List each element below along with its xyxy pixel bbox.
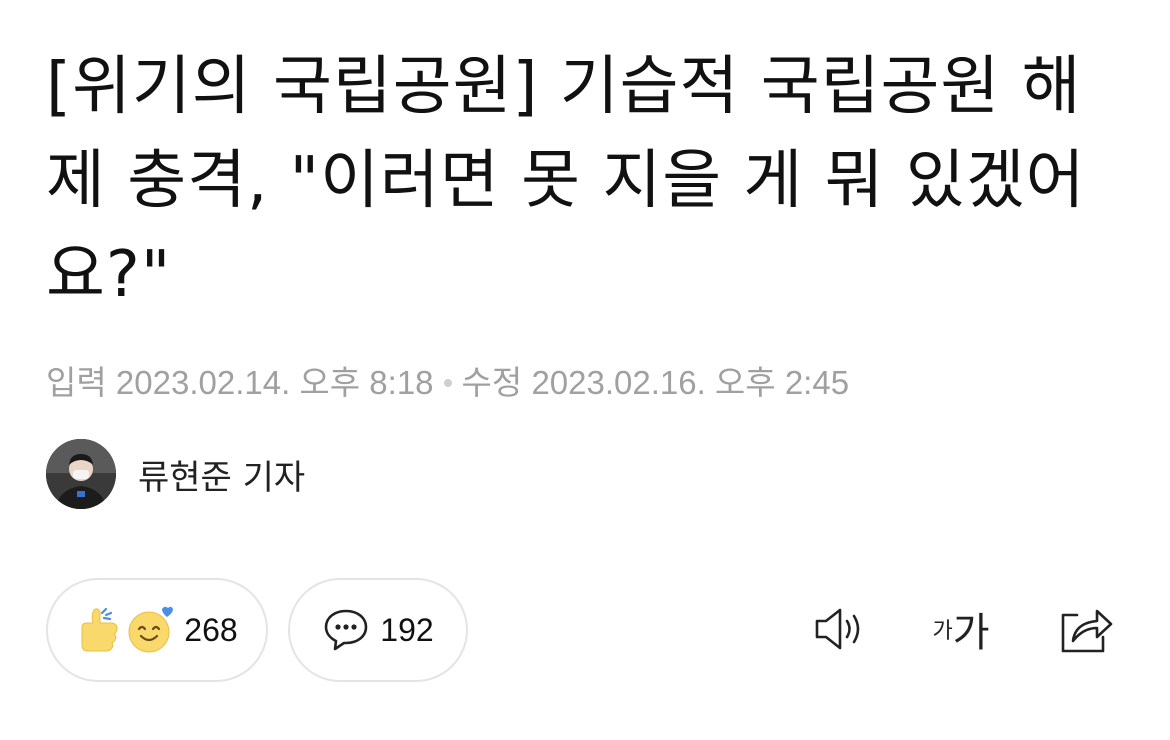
font-size-large-label: 가 [952, 610, 990, 656]
article-headline: [위기의 국립공원] 기습적 국립공원 해제 충격, "이러면 못 지을 게 뭐… [46, 50, 1086, 312]
modified-label: 수정 [461, 364, 523, 401]
speech-bubble-icon [322, 607, 370, 653]
share-icon[interactable] [1050, 594, 1120, 664]
modified-datetime: 2023.02.16. 오후 2:45 [531, 364, 850, 401]
reaction-button[interactable]: 268 [46, 578, 268, 682]
thumbs-up-icon [76, 605, 122, 655]
separator-dot [443, 379, 452, 388]
article-dates: 입력 2023.02.14. 오후 8:18 수정 2023.02.16. 오후 … [46, 356, 849, 404]
comment-button[interactable]: 192 [288, 578, 468, 682]
smile-emoji-icon [124, 605, 174, 655]
author-row[interactable]: 류현준 기자 [46, 436, 305, 512]
author-name[interactable]: 류현준 기자 [138, 450, 305, 499]
input-datetime: 2023.02.14. 오후 8:18 [115, 364, 434, 401]
speaker-icon[interactable] [806, 594, 876, 664]
font-size-small-label: 가 [932, 619, 953, 644]
avatar[interactable] [46, 439, 116, 509]
comment-count: 192 [380, 611, 434, 648]
font-size-button[interactable]: 가가 [926, 594, 996, 664]
reaction-count: 268 [184, 611, 238, 648]
input-label: 입력 [46, 364, 107, 401]
